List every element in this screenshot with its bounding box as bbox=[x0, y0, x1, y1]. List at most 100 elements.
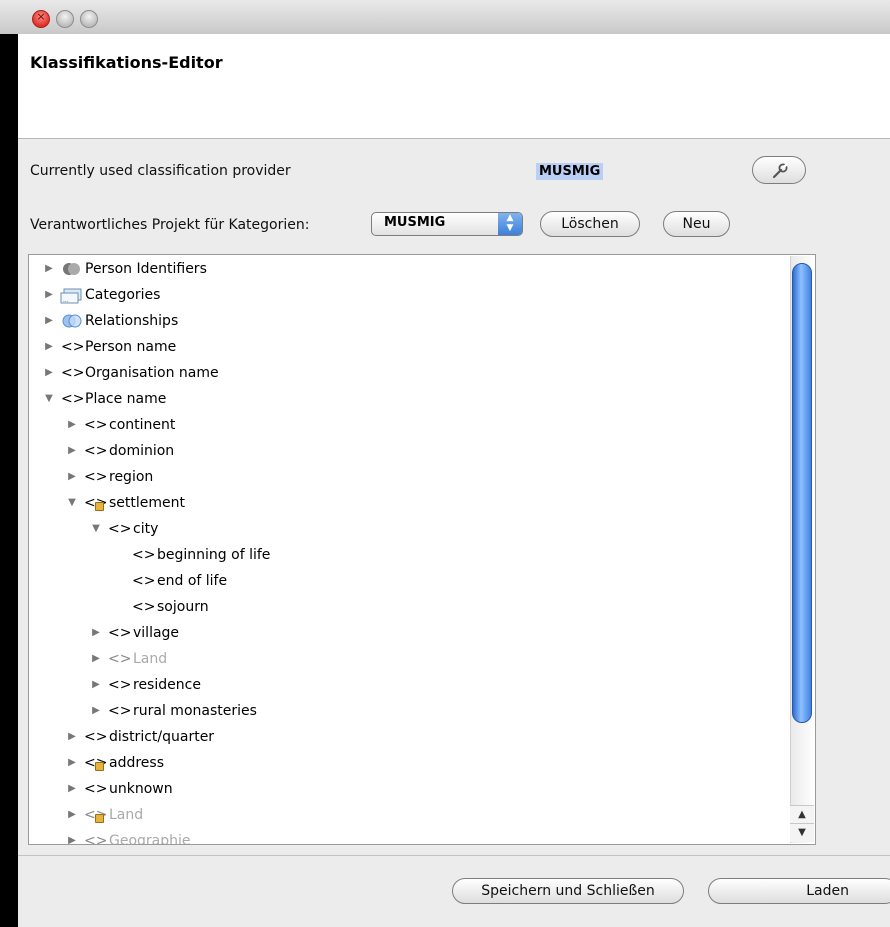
expand-arrow-icon[interactable]: ▶ bbox=[43, 361, 55, 385]
expand-arrow-icon[interactable]: ▶ bbox=[66, 413, 78, 437]
expand-arrow-icon[interactable]: ▶ bbox=[66, 829, 78, 844]
tree-row[interactable]: ▶ ... Categories bbox=[29, 283, 789, 307]
configure-provider-button[interactable] bbox=[752, 156, 806, 184]
tree-row[interactable]: ▶ Person Identifiers bbox=[29, 257, 789, 281]
close-window-button[interactable]: × bbox=[32, 10, 50, 28]
expand-arrow-icon[interactable]: ▶ bbox=[43, 309, 55, 333]
tree-row[interactable]: ▼ <> Place name bbox=[29, 387, 789, 411]
tree-row-label: Land bbox=[133, 651, 168, 667]
tree-row-label: Person Identifiers bbox=[85, 261, 207, 277]
element-tag-icon: <> bbox=[108, 651, 132, 667]
element-tag-icon: <> bbox=[108, 677, 132, 693]
tree-row-label: rural monasteries bbox=[133, 703, 257, 719]
tree-row-label: Place name bbox=[85, 391, 167, 407]
zoom-window-button[interactable] bbox=[80, 10, 98, 28]
project-label: Verantwortliches Projekt für Kategorien: bbox=[30, 217, 310, 233]
element-tag-icon: <> bbox=[84, 443, 108, 459]
element-tag-icon: <> bbox=[108, 625, 132, 641]
tree-row[interactable]: ▶ <> address bbox=[29, 751, 789, 775]
collapse-arrow-icon[interactable]: ▼ bbox=[90, 517, 102, 541]
load-button[interactable]: Laden bbox=[708, 878, 890, 904]
tree-row[interactable]: ▶ <> region bbox=[29, 465, 789, 489]
element-tag-icon: <> bbox=[61, 339, 85, 355]
tree-row-label: Geographie bbox=[109, 833, 191, 845]
tree-row[interactable]: ▶ <> village bbox=[29, 621, 789, 645]
tree-row-label: Land bbox=[109, 807, 144, 823]
tree-row[interactable]: ▼ <> settlement bbox=[29, 491, 789, 515]
page-title: Klassifikations-Editor bbox=[30, 53, 223, 72]
tree-row[interactable]: <> sojourn bbox=[29, 595, 789, 619]
expand-arrow-icon[interactable]: ▶ bbox=[90, 621, 102, 645]
expand-arrow-icon[interactable]: ▶ bbox=[43, 283, 55, 307]
tree-row[interactable]: ▶ <> dominion bbox=[29, 439, 789, 463]
lock-icon bbox=[95, 502, 104, 511]
tree-row-label: dominion bbox=[109, 443, 175, 459]
element-tag-icon: <> bbox=[108, 521, 132, 537]
tree-row[interactable]: ▶ Relationships bbox=[29, 309, 789, 333]
tree-row[interactable]: <> beginning of life bbox=[29, 543, 789, 567]
tree-row-label: unknown bbox=[109, 781, 173, 797]
tree-row[interactable]: ▶ <> continent bbox=[29, 413, 789, 437]
element-tag-icon: <> bbox=[108, 703, 132, 719]
tree-row[interactable]: ▶ <> district/quarter bbox=[29, 725, 789, 749]
tree-row[interactable]: ▶ <> Person name bbox=[29, 335, 789, 359]
person-identifiers-icon bbox=[63, 263, 80, 275]
element-tag-icon: <> bbox=[61, 391, 85, 407]
expand-arrow-icon[interactable]: ▶ bbox=[66, 803, 78, 827]
categories-icon: ... bbox=[60, 288, 82, 304]
scroll-up-arrow-icon[interactable]: ▲ bbox=[790, 805, 814, 824]
tree-row-label: Person name bbox=[85, 339, 177, 355]
element-tag-icon: <> bbox=[132, 547, 156, 563]
title-bar: × bbox=[0, 0, 890, 35]
tree-row[interactable]: ▶ <> Geographie bbox=[29, 829, 789, 845]
window-left-edge bbox=[0, 34, 18, 927]
element-tag-icon: <> bbox=[132, 573, 156, 589]
project-select-value: MUSMIG bbox=[384, 215, 446, 230]
tree-row-label: Organisation name bbox=[85, 365, 219, 381]
element-tag-icon: <> bbox=[132, 599, 156, 615]
expand-arrow-icon[interactable]: ▶ bbox=[66, 777, 78, 801]
expand-arrow-icon[interactable]: ▶ bbox=[90, 699, 102, 723]
tree-row[interactable]: <> end of life bbox=[29, 569, 789, 593]
save-and-close-button[interactable]: Speichern und Schließen bbox=[452, 878, 684, 904]
tree-row-label: beginning of life bbox=[157, 547, 271, 563]
scroll-down-arrow-icon[interactable]: ▼ bbox=[790, 823, 814, 842]
close-icon: × bbox=[36, 10, 46, 23]
tree-scrollbar-thumb[interactable] bbox=[792, 263, 812, 723]
collapse-arrow-icon[interactable]: ▼ bbox=[43, 387, 55, 411]
delete-button[interactable]: Löschen bbox=[540, 211, 640, 237]
lock-icon bbox=[95, 814, 104, 823]
expand-arrow-icon[interactable]: ▶ bbox=[90, 647, 102, 671]
element-tag-icon: <> bbox=[84, 833, 108, 845]
tree-row[interactable]: ▶ <> residence bbox=[29, 673, 789, 697]
classification-tree: ▶ Person Identifiers ▶ ... Categories ▶ … bbox=[28, 254, 816, 845]
expand-arrow-icon[interactable]: ▶ bbox=[66, 751, 78, 775]
expand-arrow-icon[interactable]: ▶ bbox=[66, 725, 78, 749]
tree-row[interactable]: ▼ <> city bbox=[29, 517, 789, 541]
element-tag-icon: <> bbox=[84, 781, 108, 797]
expand-arrow-icon[interactable]: ▶ bbox=[66, 439, 78, 463]
collapse-arrow-icon[interactable]: ▼ bbox=[66, 491, 78, 515]
lock-icon bbox=[95, 762, 104, 771]
new-button[interactable]: Neu bbox=[663, 211, 730, 237]
editor-header: Klassifikations-Editor bbox=[18, 34, 890, 139]
expand-arrow-icon[interactable]: ▶ bbox=[90, 673, 102, 697]
expand-arrow-icon[interactable]: ▶ bbox=[43, 335, 55, 359]
tree-row-label: city bbox=[133, 521, 159, 537]
expand-arrow-icon[interactable]: ▶ bbox=[43, 257, 55, 281]
tree-row[interactable]: ▶ <> Organisation name bbox=[29, 361, 789, 385]
tree-row-label: settlement bbox=[109, 495, 186, 511]
element-tag-icon: <> bbox=[61, 365, 85, 381]
tree-row[interactable]: ▶ <> unknown bbox=[29, 777, 789, 801]
provider-value[interactable]: MUSMIG bbox=[536, 163, 604, 180]
expand-arrow-icon[interactable]: ▶ bbox=[66, 465, 78, 489]
minimize-window-button[interactable] bbox=[56, 10, 74, 28]
relationships-icon bbox=[62, 314, 82, 328]
tree-row-label: sojourn bbox=[157, 599, 209, 615]
tree-row[interactable]: ▶ <> Land bbox=[29, 647, 789, 671]
project-select[interactable]: MUSMIG ▲ ▼ bbox=[371, 212, 523, 236]
tree-row[interactable]: ▶ <> Land bbox=[29, 803, 789, 827]
tree-row[interactable]: ▶ <> rural monasteries bbox=[29, 699, 789, 723]
tree-row-label: address bbox=[109, 755, 165, 771]
tree-row-label: district/quarter bbox=[109, 729, 215, 745]
